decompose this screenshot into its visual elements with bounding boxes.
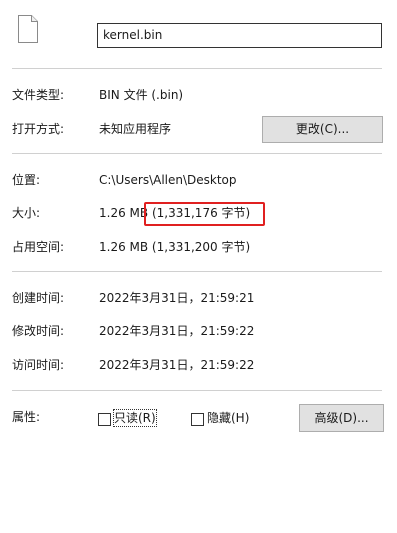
created-value: 2022年3月31日，21:59:21 [99,291,255,305]
file-type-label: 文件类型: [12,88,65,102]
opens-with-value: 未知应用程序 [99,122,172,136]
hidden-checkbox[interactable] [191,413,204,426]
location-value: C:\Users\Allen\Desktop [99,173,237,187]
file-type-value: BIN 文件 (.bin) [99,88,184,102]
modified-value: 2022年3月31日，21:59:22 [99,324,255,338]
filename-input[interactable]: kernel.bin [97,23,382,48]
readonly-checkbox[interactable] [98,413,111,426]
change-button[interactable]: 更改(C)... [262,116,383,143]
attributes-label: 属性: [12,410,41,424]
file-icon [18,15,38,43]
size-label: 大小: [12,206,41,220]
highlight-annotation [144,202,265,226]
created-label: 创建时间: [12,291,65,305]
accessed-label: 访问时间: [12,358,65,372]
advanced-button[interactable]: 高级(D)... [299,404,384,432]
size-on-disk-value: 1.26 MB (1,331,200 字节) [99,240,251,254]
accessed-value: 2022年3月31日，21:59:22 [99,358,255,372]
size-on-disk-label: 占用空间: [12,240,65,254]
hidden-label[interactable]: 隐藏(H) [207,410,249,426]
separator [12,153,382,154]
separator [12,68,382,69]
location-label: 位置: [12,173,41,187]
filename-text: kernel.bin [103,28,163,42]
opens-with-label: 打开方式: [12,122,65,136]
modified-label: 修改时间: [12,324,65,338]
separator [12,271,382,272]
separator [12,390,382,391]
readonly-label[interactable]: 只读(R) [113,409,157,427]
size-mb: 1.26 MB [99,206,149,220]
